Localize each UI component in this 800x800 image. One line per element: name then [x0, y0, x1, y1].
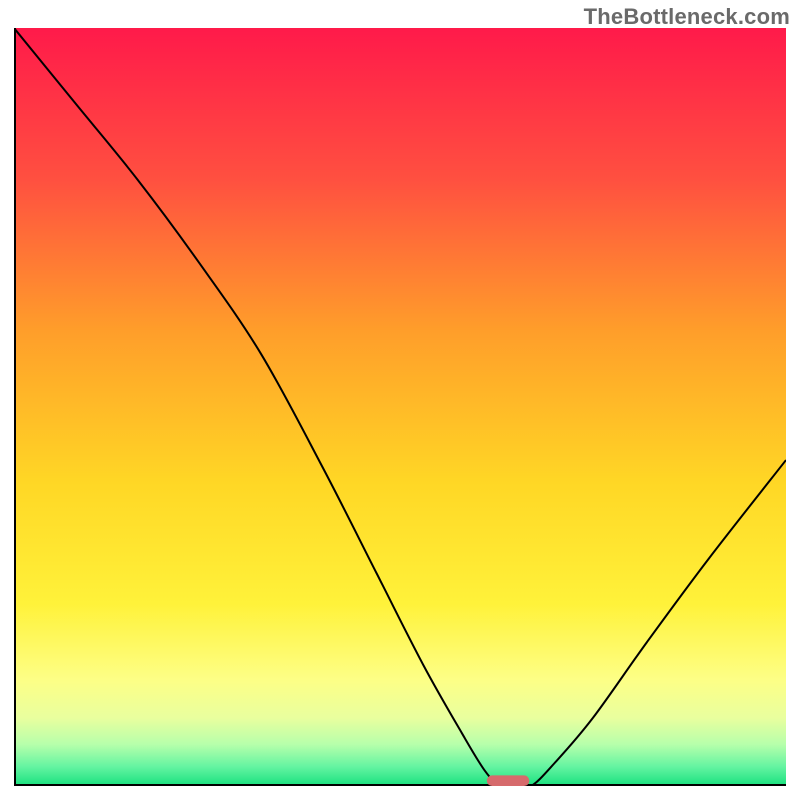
watermark-text: TheBottleneck.com	[584, 4, 790, 30]
chart-background-gradient	[14, 28, 786, 786]
bottleneck-chart-svg	[14, 28, 786, 786]
plot-area	[14, 28, 786, 786]
trough-marker	[487, 775, 529, 786]
chart-wrapper: TheBottleneck.com	[0, 0, 800, 800]
